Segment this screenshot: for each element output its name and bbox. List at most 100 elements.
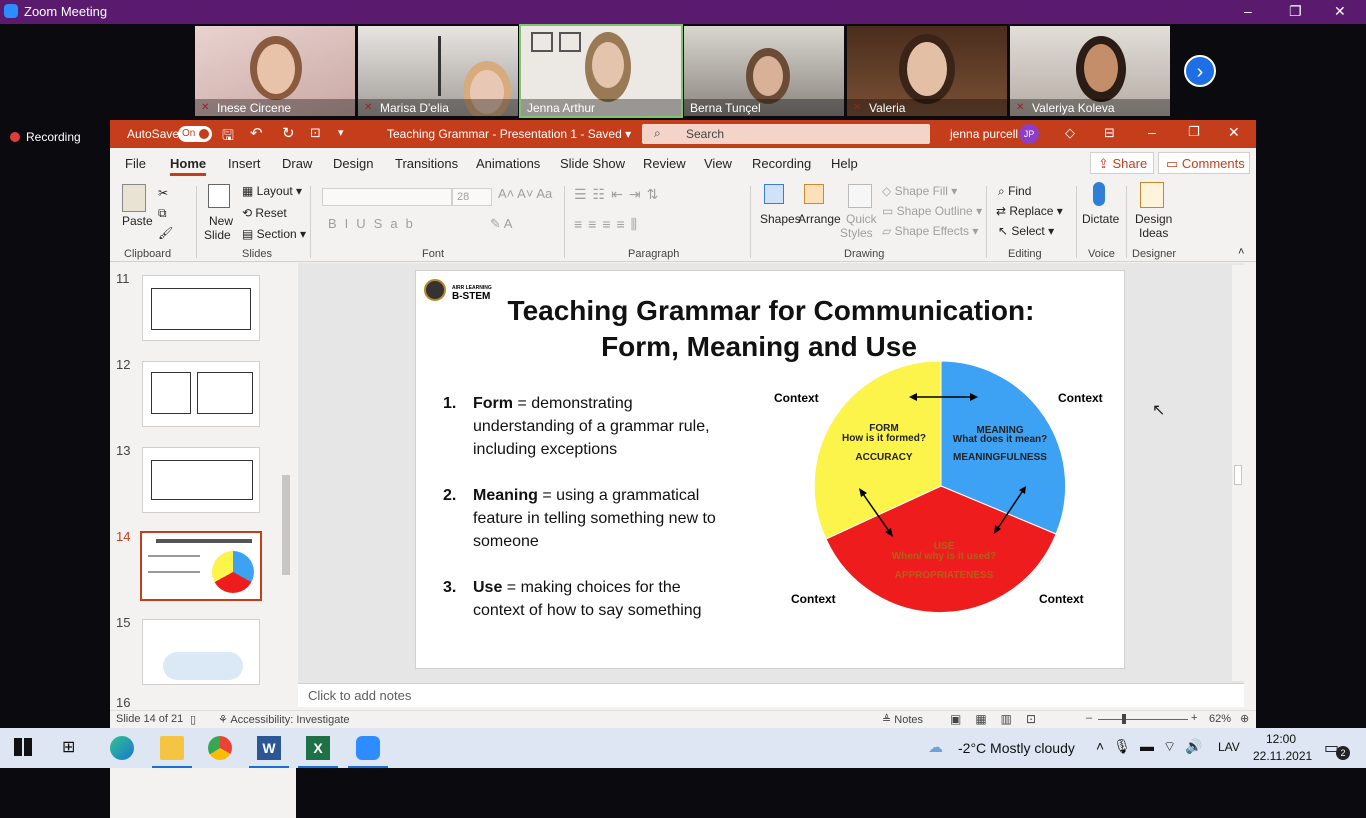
tab-recording[interactable]: Recording [752, 156, 811, 171]
font-name-input[interactable] [322, 188, 452, 206]
tab-help[interactable]: Help [831, 156, 858, 171]
file-explorer-icon[interactable] [160, 736, 184, 760]
cut-icon[interactable]: ✂ [158, 186, 168, 200]
restore-button[interactable]: ❐ [1289, 3, 1302, 20]
customize-qat-icon[interactable]: ▾ [338, 126, 344, 139]
paste-button[interactable]: Paste [122, 214, 153, 228]
arrange-button[interactable]: Arrange [798, 212, 841, 226]
redo-icon[interactable]: ↻ [282, 124, 295, 142]
video-tile[interactable]: ✕ Marisa D'elia [358, 26, 518, 116]
minimize-button[interactable]: – [1148, 124, 1156, 140]
zoom-out-icon[interactable]: – [1086, 712, 1092, 724]
tab-home[interactable]: Home [170, 156, 207, 176]
font-format-icons[interactable]: BIUSab [328, 216, 421, 231]
grow-font-icon[interactable]: A˄ A˅ Aa [498, 186, 552, 201]
tab-slide-show[interactable]: Slide Show [560, 156, 625, 171]
accessibility-status[interactable]: ⚘ Accessibility: Investigate [218, 713, 350, 726]
next-page-arrow-icon[interactable]: › [1184, 55, 1216, 87]
list-icons[interactable]: ☰☷⇤⇥⇅ [574, 186, 664, 203]
tab-transitions[interactable]: Transitions [395, 156, 458, 171]
shape-fill-button[interactable]: ◇ Shape Fill ▾ [882, 184, 957, 198]
zoom-slider-thumb[interactable] [1122, 714, 1126, 724]
highlight-color-icon[interactable]: ✎ A [490, 216, 512, 232]
shapes-button[interactable]: Shapes [760, 212, 801, 226]
quick-styles-label-2[interactable]: Styles [840, 226, 873, 240]
paste-icon[interactable] [122, 184, 146, 212]
quick-styles-icon[interactable] [848, 184, 872, 208]
tab-file[interactable]: File [125, 156, 146, 171]
arrange-icon[interactable] [804, 184, 824, 204]
clock-time[interactable]: 12:00 [1266, 732, 1296, 746]
slide-thumbnail[interactable] [142, 447, 260, 513]
tab-animations[interactable]: Animations [476, 156, 540, 171]
shapes-icon[interactable] [764, 184, 784, 204]
windows-start-icon[interactable] [14, 738, 32, 756]
diamond-icon[interactable]: ◇ [1065, 125, 1075, 141]
slide-thumbnail[interactable] [142, 275, 260, 341]
slide-thumbnail[interactable] [142, 361, 260, 427]
new-slide-label-2[interactable]: Slide [204, 228, 231, 242]
language-indicator[interactable]: LAV [1218, 740, 1240, 754]
align-icons[interactable]: ≡≡≡≡⫼ [574, 216, 643, 233]
collapse-ribbon-icon[interactable]: ˄ [1238, 246, 1244, 258]
slide-thumbnail-selected[interactable] [140, 531, 262, 601]
task-view-icon[interactable]: ⊞ [62, 737, 75, 757]
design-ideas-label-2[interactable]: Ideas [1139, 226, 1168, 240]
zoom-taskbar-icon[interactable] [356, 736, 380, 760]
zoom-slider[interactable] [1098, 719, 1188, 720]
tab-design[interactable]: Design [333, 156, 373, 171]
format-painter-icon[interactable]: 🖌 [158, 226, 173, 240]
search-box[interactable]: ⌕ Search [642, 124, 930, 144]
shape-outline-button[interactable]: ▭ Shape Outline ▾ [882, 204, 982, 218]
find-button[interactable]: ⌕ Find [998, 184, 1031, 199]
editor-scrollbar[interactable] [1232, 265, 1244, 681]
weather-text[interactable]: -2°C Mostly cloudy [958, 740, 1075, 756]
tab-draw[interactable]: Draw [282, 156, 312, 171]
layout-button[interactable]: ▦ Layout ▾ [242, 184, 302, 198]
replace-button[interactable]: ⇄ Replace ▾ [996, 204, 1063, 218]
dictate-button[interactable]: Dictate [1082, 212, 1119, 226]
section-button[interactable]: ▤ Section ▾ [242, 227, 306, 241]
design-ideas-icon[interactable] [1140, 182, 1164, 208]
slide-canvas[interactable]: AIRR LEARNING B-STEM Teaching Grammar fo… [415, 270, 1125, 669]
video-tile-active-speaker[interactable]: Jenna Arthur [519, 24, 683, 118]
reset-button[interactable]: ⟲ Reset [242, 206, 287, 220]
zoom-in-icon[interactable]: + [1191, 712, 1197, 724]
save-icon[interactable]: 🖫 [222, 125, 234, 149]
shape-effects-button[interactable]: ▱ Shape Effects ▾ [882, 224, 978, 238]
close-button[interactable]: ✕ [1228, 124, 1240, 141]
close-button[interactable]: ✕ [1334, 3, 1346, 20]
share-button[interactable]: ⇪ Share [1090, 152, 1154, 174]
video-tile[interactable]: ✕ Inese Circene [195, 26, 355, 116]
avatar[interactable]: JP [1019, 124, 1039, 144]
font-size-input[interactable]: 28 [452, 188, 492, 206]
fit-to-window-icon[interactable]: ⊕ [1240, 712, 1249, 725]
select-button[interactable]: ↖ Select ▾ [998, 224, 1054, 238]
slide-thumbnail[interactable] [142, 619, 260, 685]
copy-icon[interactable]: ⧉ [158, 206, 167, 221]
excel-icon[interactable]: X [306, 736, 330, 760]
comments-button[interactable]: ▭ Comments [1158, 152, 1250, 174]
ribbon-display-icon[interactable]: ⊟ [1104, 125, 1115, 141]
weather-cloud-icon[interactable]: ☁ [928, 738, 943, 756]
maximize-button[interactable]: ❐ [1188, 124, 1200, 140]
present-icon[interactable]: ⊡ [310, 125, 321, 141]
minimize-button[interactable]: – [1244, 3, 1252, 19]
undo-icon[interactable]: ↶ [250, 124, 263, 142]
video-tile[interactable]: ✕ Valeriya Koleva [1010, 26, 1170, 116]
tray-icons[interactable]: ˄🎙▬⌔🔊 [1096, 738, 1212, 756]
new-slide-icon[interactable] [208, 184, 230, 208]
zoom-percent[interactable]: 62% [1209, 713, 1231, 725]
microphone-icon[interactable] [1093, 182, 1105, 206]
tab-review[interactable]: Review [643, 156, 686, 171]
tab-view[interactable]: View [704, 156, 732, 171]
notes-pane[interactable]: Click to add notes [298, 683, 1244, 707]
edge-icon[interactable] [110, 736, 134, 760]
tab-insert[interactable]: Insert [228, 156, 261, 171]
user-name[interactable]: jenna purcell [950, 127, 1018, 141]
document-title[interactable]: Teaching Grammar - Presentation 1 - Save… [387, 127, 631, 141]
autosave-toggle[interactable]: On [178, 126, 212, 142]
spellcheck-icon[interactable]: ▯ [190, 713, 196, 726]
notes-button[interactable]: ≜ Notes [882, 713, 923, 726]
chrome-icon[interactable] [208, 736, 232, 760]
